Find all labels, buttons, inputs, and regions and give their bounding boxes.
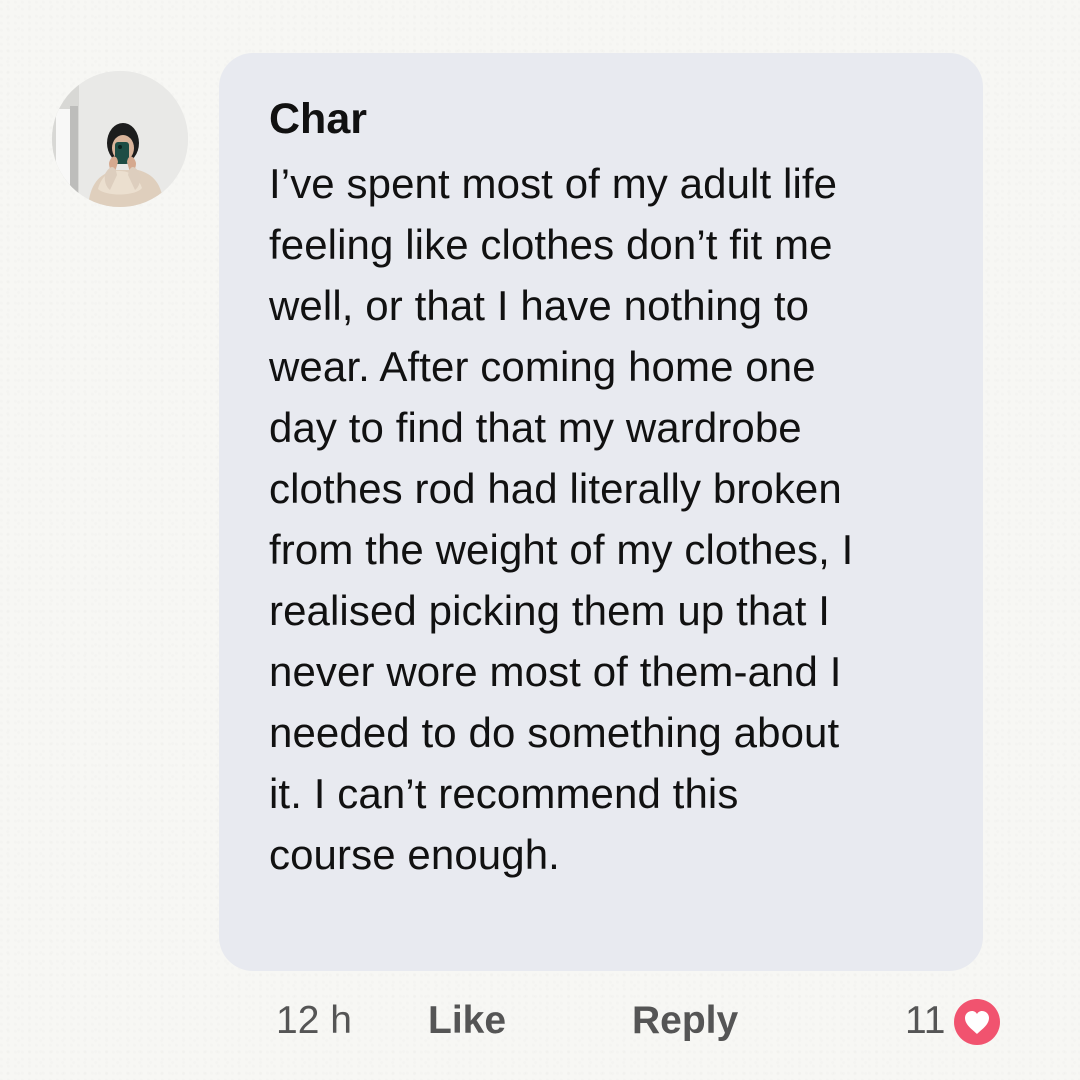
like-button[interactable]: Like bbox=[428, 994, 506, 1048]
comment-screen: Char I’ve spent most of my adult life fe… bbox=[0, 0, 1080, 1080]
reaction-summary[interactable]: 11 bbox=[905, 994, 1000, 1048]
comment-timestamp: 12 h bbox=[276, 999, 352, 1042]
heart-icon bbox=[953, 999, 1000, 1045]
avatar[interactable] bbox=[52, 71, 188, 207]
reply-button[interactable]: Reply bbox=[632, 994, 738, 1048]
comment-author[interactable]: Char bbox=[269, 93, 933, 145]
profile-photo-icon bbox=[52, 71, 188, 207]
reaction-count: 11 bbox=[905, 999, 946, 1042]
comment-text: I’ve spent most of my adult life feeling… bbox=[269, 160, 854, 878]
comment-actions: 12 h Like Reply 11 bbox=[0, 994, 1080, 1048]
comment-bubble: Char I’ve spent most of my adult life fe… bbox=[219, 53, 983, 971]
